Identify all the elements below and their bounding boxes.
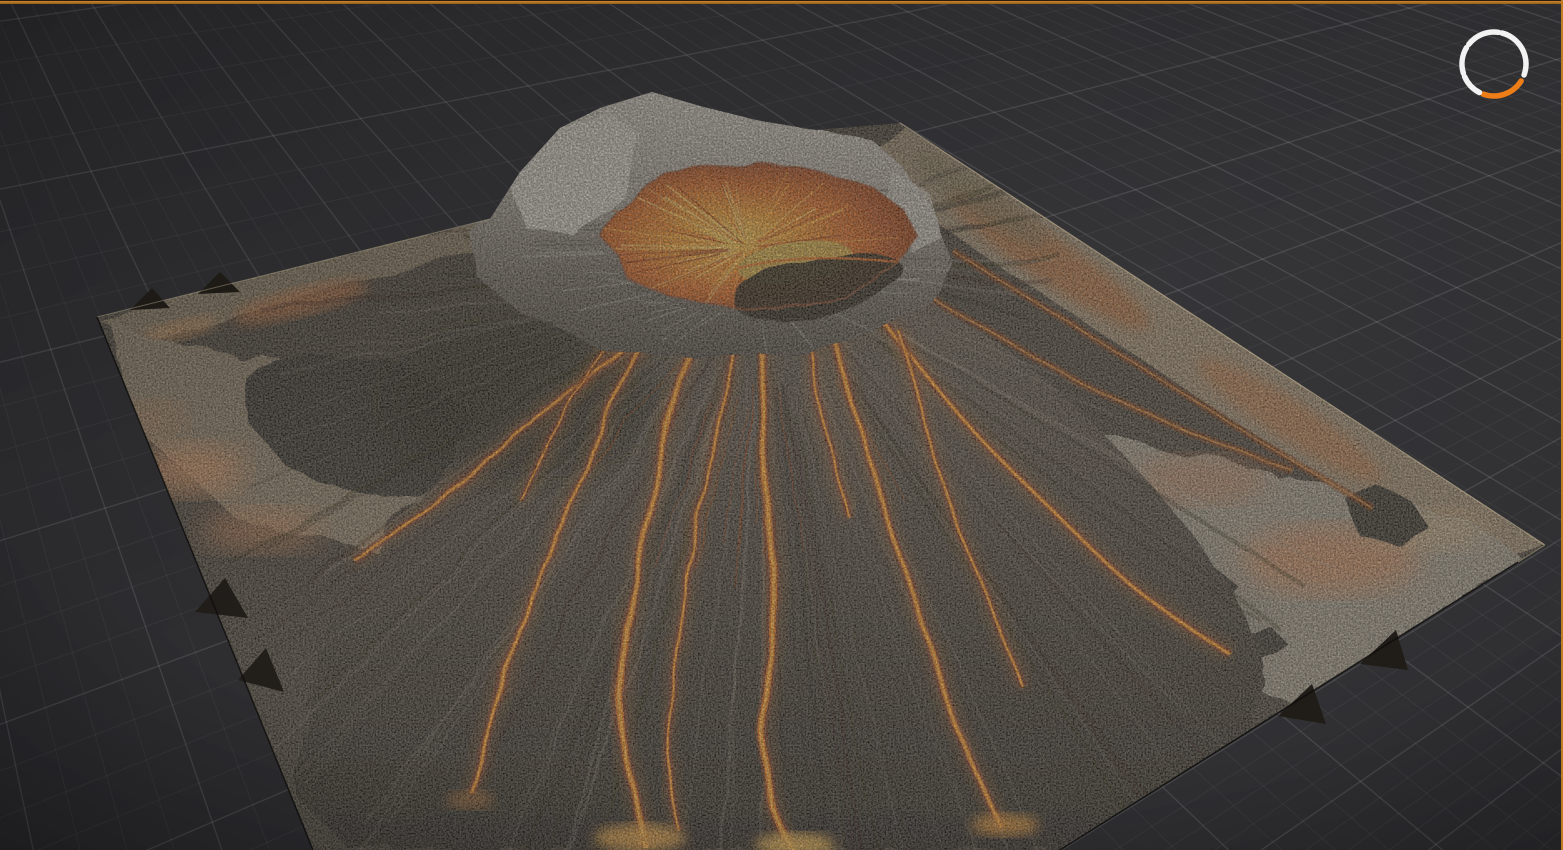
viewport-3d[interactable] — [0, 0, 1563, 850]
progress-spinner-icon — [1455, 25, 1535, 105]
topbar-shadow — [0, 0, 1563, 1]
viewport-canvas — [0, 0, 1563, 850]
build-progress-bar-top — [0, 1, 1563, 4]
